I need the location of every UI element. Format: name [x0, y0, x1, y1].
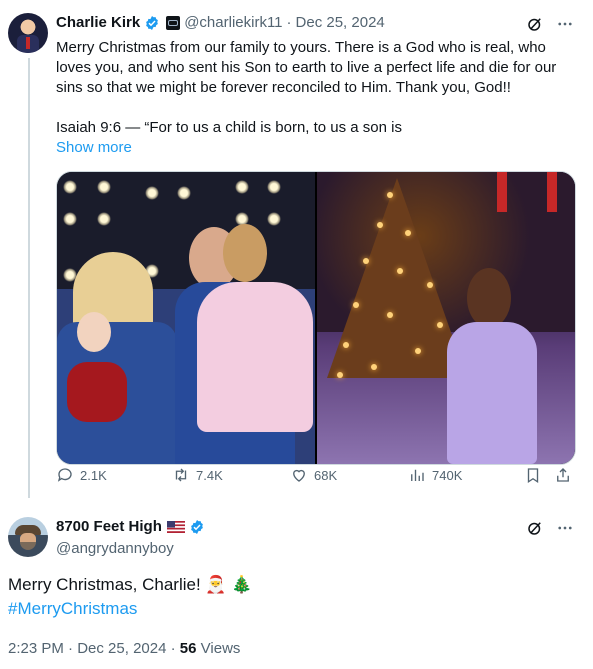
- reply-meta: 2:23 PM · Dec 25, 2024 · 56 Views: [8, 640, 241, 657]
- repost-icon: [175, 468, 187, 482]
- share-button[interactable]: [554, 466, 572, 484]
- hashtag-link[interactable]: #MerryChristmas: [8, 597, 252, 621]
- grok-icon[interactable]: [526, 15, 544, 38]
- like-icon: [293, 469, 305, 482]
- repost-button[interactable]: 7.4K: [172, 466, 223, 484]
- views-number: 56: [179, 640, 197, 657]
- thread-connector-line: [28, 58, 30, 498]
- photo-child-tree[interactable]: [317, 172, 575, 464]
- photo-family-stage[interactable]: [57, 172, 315, 464]
- verified-badge-icon: [191, 519, 203, 534]
- more-icon[interactable]: [556, 15, 574, 38]
- avatar[interactable]: [8, 517, 48, 557]
- bookmark-icon: [527, 468, 539, 484]
- views-icon: [411, 469, 424, 481]
- tweet-date[interactable]: Dec 25, 2024: [296, 14, 385, 31]
- reply-icon: [57, 468, 72, 482]
- author-name[interactable]: Charlie Kirk: [56, 14, 140, 31]
- tweet-body: Merry Christmas from our family to yours…: [56, 38, 576, 158]
- avatar[interactable]: [8, 13, 48, 53]
- tweet-text-line: sins so that we might be forever reconci…: [56, 79, 511, 96]
- affiliate-badge-icon: [166, 15, 181, 30]
- like-count: 68K: [314, 467, 338, 483]
- author-handle[interactable]: @charliekirk11: [184, 14, 282, 31]
- more-icon[interactable]: [556, 519, 574, 542]
- tweet-media: [56, 171, 576, 465]
- reply-text: Merry Christmas, Charlie! 🎅 🎄: [8, 575, 253, 594]
- reply-time[interactable]: 2:23 PM: [8, 640, 64, 657]
- author-handle[interactable]: @angrydannyboy: [56, 540, 174, 557]
- share-icon: [557, 468, 569, 482]
- us-flag-icon: [166, 520, 185, 533]
- views-count: 740K: [432, 467, 463, 483]
- like-button[interactable]: 68K: [290, 466, 337, 484]
- tweet-header: Charlie Kirk @charliekirk11 · Dec 25, 20…: [56, 14, 385, 31]
- reply-button[interactable]: 2.1K: [56, 466, 107, 484]
- tweet-text-line: loves you, and who sent his Son to earth…: [56, 59, 557, 76]
- reply-count: 2.1K: [80, 467, 107, 483]
- bookmark-button[interactable]: [524, 466, 542, 484]
- grok-icon[interactable]: [526, 519, 544, 542]
- verified-badge-icon: [146, 15, 159, 30]
- views-button[interactable]: 740K: [408, 466, 462, 484]
- tweet-text-line: Merry Christmas from our family to yours…: [56, 39, 546, 56]
- reply-header: 8700 Feet High: [56, 518, 205, 535]
- reply-body: Merry Christmas, Charlie! 🎅 🎄 #MerryChri…: [8, 573, 252, 621]
- tweet-text-line: Isaiah 9:6 — “For to us a child is born,…: [56, 119, 402, 136]
- author-name[interactable]: 8700 Feet High: [56, 518, 162, 535]
- show-more-link[interactable]: Show more: [56, 138, 576, 158]
- repost-count: 7.4K: [196, 467, 223, 483]
- reply-date[interactable]: Dec 25, 2024: [77, 640, 166, 657]
- views-label: Views: [200, 640, 241, 657]
